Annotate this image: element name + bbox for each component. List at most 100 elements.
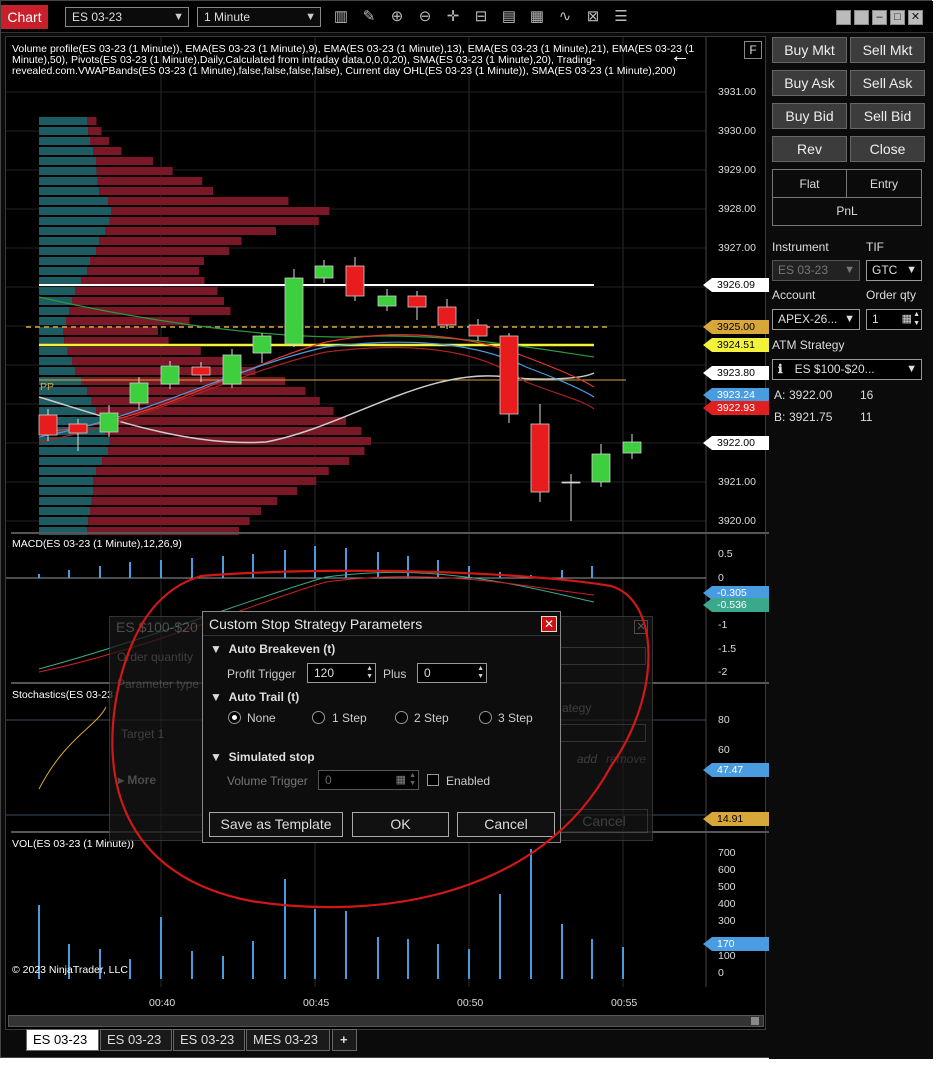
candle-body [160, 365, 180, 385]
instrument-selector[interactable]: ES 03-23 ▼ [65, 7, 189, 27]
volume-profile-sell [91, 397, 320, 405]
account-select[interactable]: APEX-26... ▼ [772, 309, 860, 330]
volume-profile-buy [39, 117, 87, 125]
indicators-icon[interactable]: ▤ [499, 7, 519, 27]
tab-es-03-23-3[interactable]: ES 03-23 [173, 1029, 245, 1051]
close-position-button[interactable]: Close [850, 136, 925, 162]
macd-title: MACD(ES 03-23 (1 Minute),12,26,9) [12, 538, 182, 550]
bars-icon[interactable]: ▥ [331, 7, 351, 27]
buy-bid-button[interactable]: Buy Bid [772, 103, 847, 129]
tab-mes-03-23[interactable]: MES 03-23 [246, 1029, 330, 1051]
account-value: APEX-26... [778, 312, 838, 326]
volume-profile-sell [111, 207, 330, 215]
window-option-icon[interactable] [836, 10, 851, 25]
volume-profile-sell [87, 267, 200, 275]
volume-profile-buy [39, 497, 92, 505]
tif-select[interactable]: GTC ▼ [866, 260, 922, 281]
volume-profile-sell [93, 487, 298, 495]
buy-ask-button[interactable]: Buy Ask [772, 70, 847, 96]
volume-profile-buy [39, 217, 110, 225]
sell-bid-button[interactable]: Sell Bid [850, 103, 925, 129]
volume-profile-sell [88, 517, 250, 525]
instrument-select[interactable]: ES 03-23 ▼ [772, 260, 860, 281]
tab-es-03-23-1[interactable]: ES 03-23 [26, 1029, 99, 1051]
reverse-button[interactable]: Rev [772, 136, 847, 162]
arrow-left-icon[interactable]: ← [670, 46, 690, 66]
zoom-in-icon[interactable]: ⊕ [387, 7, 407, 27]
volume-profile-sell [91, 497, 278, 505]
scroll-thumb[interactable] [751, 1017, 759, 1025]
chart-tabs: ES 03-23 ES 03-23 ES 03-23 MES 03-23 + [5, 1029, 766, 1053]
chevron-down-icon: ▼ [906, 363, 917, 375]
candle-body [591, 453, 611, 483]
position-pnl: PnL [836, 204, 858, 218]
stoch-tag: 47.47 [703, 763, 769, 777]
volume-profile-buy [39, 437, 110, 445]
volume-profile-buy [39, 207, 111, 215]
sell-ask-button[interactable]: Sell Ask [850, 70, 925, 96]
maximize-icon[interactable]: □ [890, 10, 905, 25]
interval-selector[interactable]: 1 Minute ▼ [197, 7, 321, 27]
menu-icon[interactable]: ☰ [611, 7, 631, 27]
properties-icon[interactable]: ⊠ [583, 7, 603, 27]
volume-profile-buy [39, 507, 90, 515]
ask-size: 16 [860, 388, 874, 402]
instrument-value: ES 03-23 [72, 10, 123, 24]
f-button[interactable]: F [744, 41, 762, 59]
volume-profile-sell [90, 137, 109, 145]
sell-market-button[interactable]: Sell Mkt [850, 37, 925, 63]
minimize-icon[interactable]: – [872, 10, 887, 25]
volume-profile-sell [105, 227, 276, 235]
crosshair-icon[interactable]: ✛ [443, 7, 463, 27]
volume-profile-sell [99, 237, 242, 245]
window-option2-icon[interactable] [854, 10, 869, 25]
info-icon[interactable]: ℹ [778, 362, 783, 376]
order-qty-input[interactable]: 1 ▦ ▲ ▼ [866, 309, 922, 330]
vol-tag: 170 [703, 937, 769, 951]
macd-tag: -0.305 [703, 586, 769, 600]
price-label: 3920.00 [718, 515, 756, 527]
account-label: Account [772, 288, 816, 302]
candle-body [499, 335, 519, 415]
volume-profile-buy [39, 367, 75, 375]
volume-profile-sell [99, 417, 346, 425]
buy-market-button[interactable]: Buy Mkt [772, 37, 847, 63]
horizontal-scrollbar[interactable] [8, 1015, 764, 1027]
volume-profile-sell [66, 317, 190, 325]
pencil-icon[interactable]: ✎ [359, 7, 379, 27]
price-label: 3928.00 [718, 203, 756, 215]
volume-profile-sell [96, 467, 329, 475]
candle-body [530, 423, 550, 493]
volume-profile-buy [39, 177, 98, 185]
strategies-icon[interactable]: ▦ [527, 7, 547, 27]
close-icon[interactable]: ✕ [908, 10, 923, 25]
macd-label: 0 [718, 572, 724, 584]
atm-strategy-value: ES $100-$20... [794, 362, 875, 376]
panel-separator[interactable] [11, 532, 769, 534]
atm-strategy-select[interactable]: ℹ ES $100-$20... ▼ [772, 359, 922, 380]
vol-label: 500 [718, 881, 736, 893]
order-qty-label: Order qty [866, 288, 917, 302]
data-box-icon[interactable]: ⊟ [471, 7, 491, 27]
order-qty-value: 1 [872, 312, 879, 326]
vol-label: 300 [718, 915, 736, 927]
drawing-tools-icon[interactable]: ∿ [555, 7, 575, 27]
time-label: 00:50 [457, 997, 484, 1009]
candle-body [437, 306, 457, 326]
tab-es-03-23-2[interactable]: ES 03-23 [100, 1029, 172, 1051]
stoch-title: Stochastics(ES 03-23 [12, 689, 113, 701]
volume-profile-buy [39, 197, 108, 205]
price-tag: 3923.24 [703, 388, 769, 402]
volume-profile-sell [72, 297, 224, 305]
stepper-icon[interactable]: ▲ ▼ [913, 310, 920, 328]
price-tag: 3926.09 [703, 278, 769, 292]
candle-body [68, 423, 88, 434]
ask-label: A: [774, 388, 786, 402]
add-tab-button[interactable]: + [332, 1029, 357, 1051]
tif-label: TIF [866, 240, 884, 254]
calculator-icon[interactable]: ▦ [902, 310, 912, 329]
red-annotation-ellipse [111, 569, 650, 909]
volume-profile-sell [81, 377, 286, 385]
candle-body [129, 382, 149, 404]
zoom-out-icon[interactable]: ⊖ [415, 7, 435, 27]
